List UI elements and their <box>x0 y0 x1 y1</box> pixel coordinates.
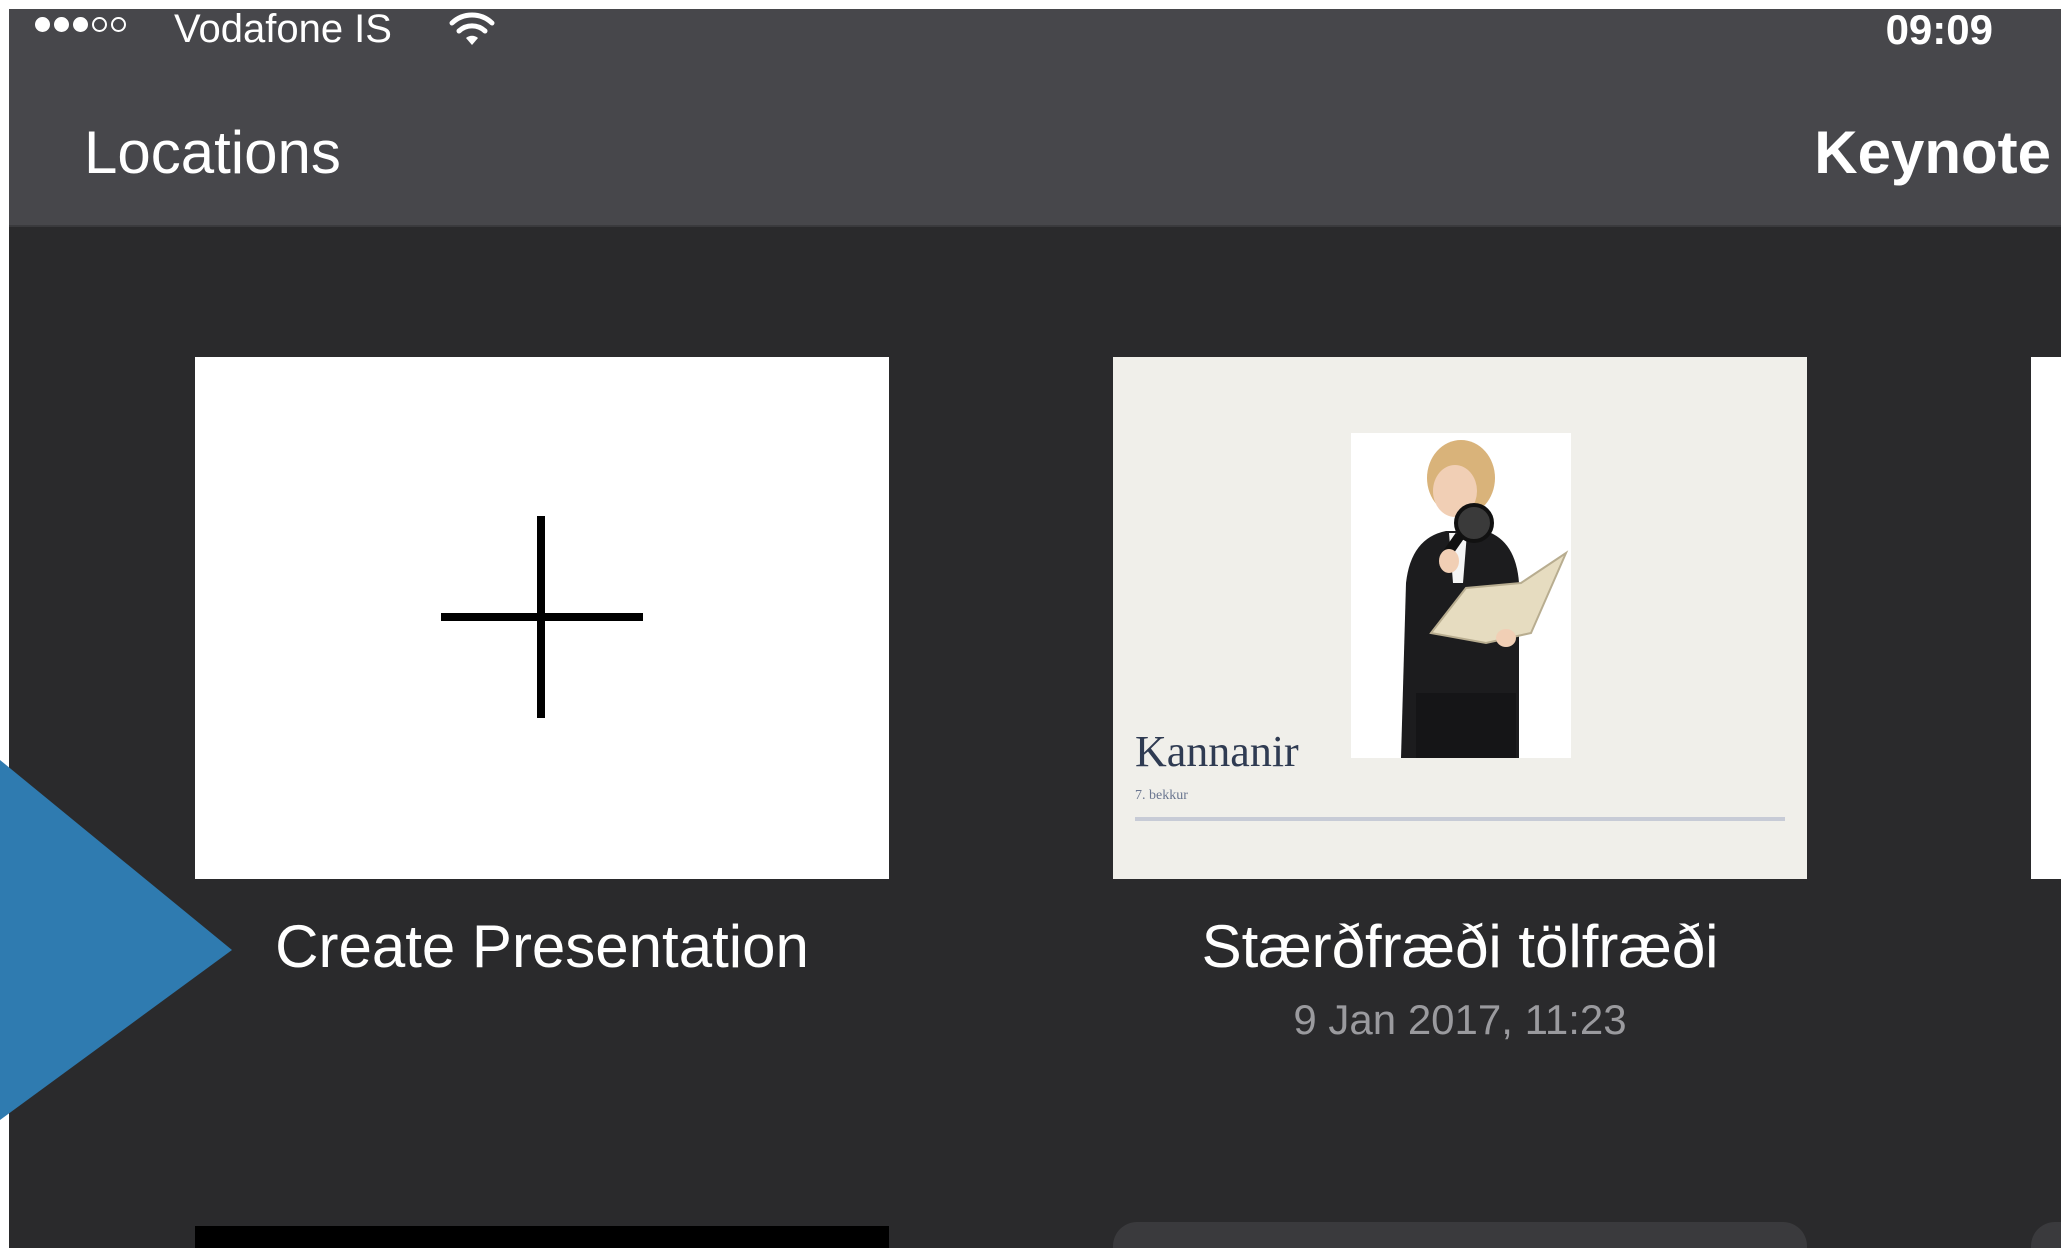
slide-divider <box>1135 817 1785 821</box>
cellular-signal-icon <box>35 17 126 32</box>
carrier-name: Vodafone IS <box>174 7 392 51</box>
next-presentation-thumbnail[interactable] <box>2031 357 2061 879</box>
wifi-icon <box>449 12 495 45</box>
keynote-document-browser: Vodafone IS 09:09 Locations Keynote Crea… <box>0 0 2061 1248</box>
presentation-thumbnail[interactable]: Kannanir 7. bekkur <box>1113 357 1807 879</box>
clock: 09:09 <box>1885 6 1993 53</box>
slide-title: Kannanir <box>1135 727 1299 776</box>
presentation-thumbnail-row2-3[interactable] <box>2031 1222 2061 1248</box>
slide-photo <box>1351 433 1571 758</box>
person-with-magnifier-image <box>1351 433 1571 758</box>
navigation-header: Vodafone IS 09:09 Locations Keynote <box>9 9 2061 227</box>
presentation-thumbnail-row2-2[interactable] <box>1113 1222 1807 1248</box>
status-bar: Vodafone IS 09:09 <box>9 9 2061 51</box>
create-presentation-label[interactable]: Create Presentation <box>195 912 889 982</box>
create-presentation-thumbnail[interactable] <box>195 357 889 879</box>
presentation-date: 9 Jan 2017, 11:23 <box>1293 996 1627 1043</box>
annotation-arrow-icon <box>0 760 232 1120</box>
presentation-name[interactable]: Stærðfræði tölfræði <box>1113 912 1807 982</box>
slide-subtitle: 7. bekkur <box>1135 788 1188 803</box>
presentation-thumbnail-row2-1[interactable] <box>195 1226 889 1248</box>
locations-back-button[interactable]: Locations <box>84 113 341 193</box>
page-title: Keynote <box>1814 119 2051 186</box>
